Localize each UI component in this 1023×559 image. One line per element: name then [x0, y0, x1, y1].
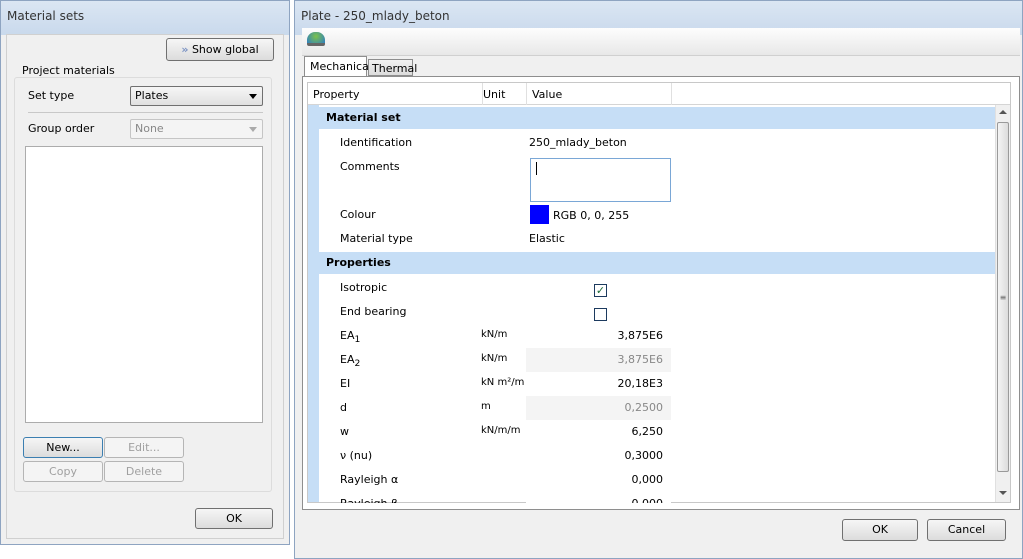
property-row: ν (nu) 0,3000 [318, 444, 995, 468]
property-unit: kN/m/m [481, 425, 521, 436]
property-unit: kN/m [481, 329, 508, 340]
property-label: Rayleigh β [340, 497, 398, 503]
property-label: Rayleigh α [340, 473, 399, 486]
property-rows: EA1 kN/m 3,875E6 EA2 kN/m 3,875E6 EI kN m²/m 20,… [0, 0, 1000, 503]
property-value: 0,2500 [526, 396, 671, 420]
property-label: EI [340, 377, 351, 390]
property-label: ν (nu) [340, 449, 373, 462]
scroll-up-icon[interactable] [999, 110, 1007, 114]
ok-button[interactable]: OK [842, 519, 918, 541]
property-row: Rayleigh β 0,000 [318, 492, 995, 503]
property-row: w kN/m/m 6,250 [318, 420, 995, 444]
property-label: d [340, 401, 347, 414]
property-value[interactable]: 0,000 [526, 492, 671, 503]
property-unit: kN/m [481, 353, 508, 364]
property-value[interactable]: 0,000 [526, 468, 671, 492]
property-row: EA2 kN/m 3,875E6 [318, 348, 995, 372]
property-value: 3,875E6 [526, 348, 671, 372]
property-row: Rayleigh α 0,000 [318, 468, 995, 492]
property-row: EI kN m²/m 20,18E3 [318, 372, 995, 396]
scroll-down-icon[interactable] [999, 491, 1007, 495]
property-value[interactable]: 20,18E3 [526, 372, 671, 396]
property-unit: m [481, 401, 491, 412]
property-value[interactable]: 3,875E6 [526, 324, 671, 348]
property-value[interactable]: 6,250 [526, 420, 671, 444]
property-value[interactable]: 0,3000 [526, 444, 671, 468]
vertical-scrollbar[interactable]: ≡ [995, 105, 1010, 502]
property-label: EA2 [340, 353, 361, 370]
cancel-button[interactable]: Cancel [927, 519, 1006, 541]
ok-button[interactable]: OK [195, 508, 273, 529]
property-label: w [340, 425, 349, 438]
scroll-thumb[interactable]: ≡ [997, 122, 1009, 472]
property-row: d m 0,2500 [318, 396, 995, 420]
property-row: EA1 kN/m 3,875E6 [318, 324, 995, 348]
property-label: EA1 [340, 329, 361, 346]
property-unit: kN m²/m [481, 377, 525, 388]
